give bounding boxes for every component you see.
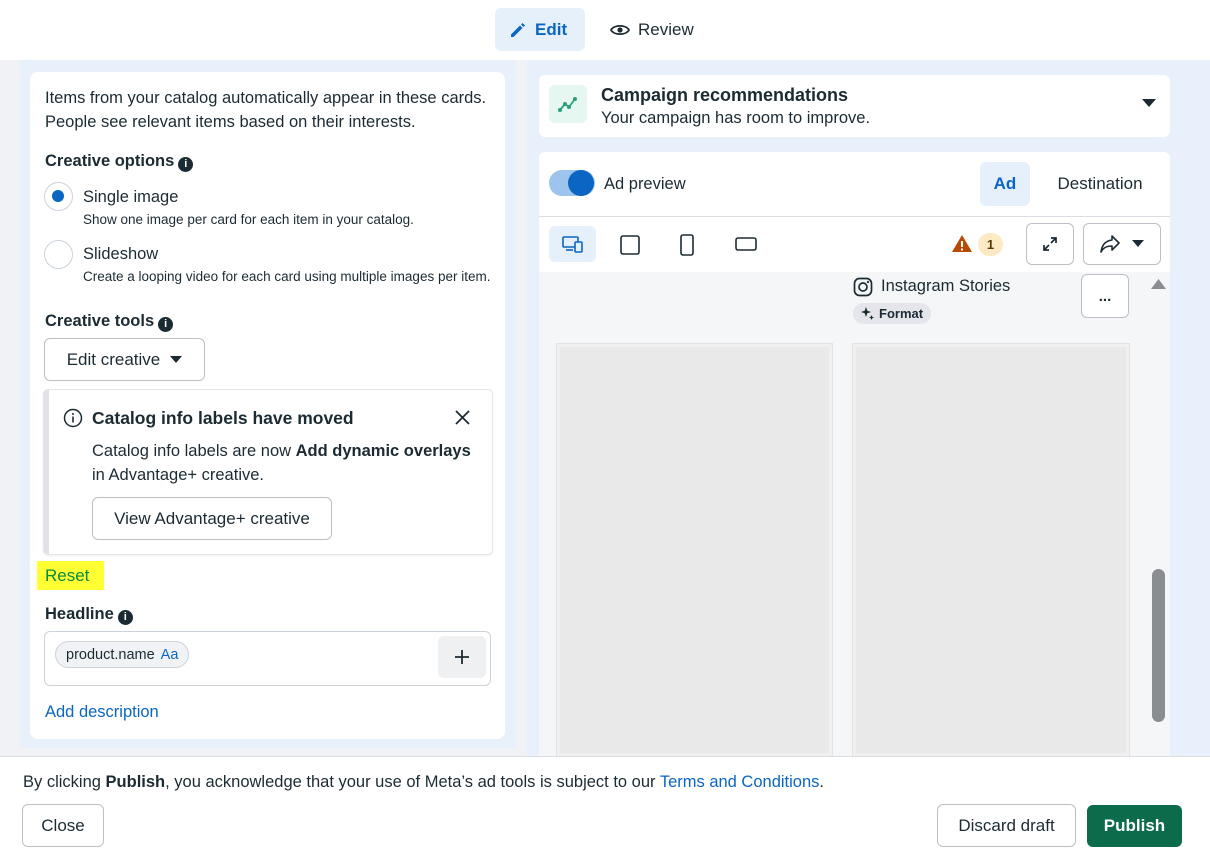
- single-image-radio[interactable]: [44, 182, 73, 211]
- discard-draft-label: Discard draft: [958, 815, 1055, 835]
- view-advantage-creative-button[interactable]: View Advantage+ creative: [92, 497, 332, 540]
- devices-icon: [561, 236, 583, 253]
- all-placements-button[interactable]: [549, 226, 596, 262]
- tab-ad-label: Ad: [993, 174, 1017, 193]
- scroll-up-arrow-icon[interactable]: [1151, 279, 1166, 289]
- format-label: Format: [879, 306, 924, 321]
- top-bar: Edit Review: [0, 0, 1210, 60]
- chip-label: product.name: [66, 646, 155, 663]
- sparkle-icon: [861, 307, 874, 320]
- expand-preview-button[interactable]: [1026, 223, 1074, 265]
- preview-placeholder-right: [853, 344, 1129, 756]
- info-icon[interactable]: i: [117, 610, 133, 625]
- tab-ad[interactable]: Ad: [980, 162, 1030, 206]
- chip-text-style: Aa: [160, 646, 179, 663]
- more-options-button[interactable]: ...: [1081, 274, 1129, 318]
- tab-edit[interactable]: Edit: [495, 8, 585, 51]
- info-icon[interactable]: i: [158, 317, 174, 332]
- instagram-icon: [853, 277, 873, 297]
- callout-body-suffix: in Advantage+ creative.: [92, 466, 264, 484]
- info-outline-icon: [63, 408, 83, 428]
- disclaimer-bold: Publish: [105, 773, 166, 791]
- plus-icon: [455, 650, 469, 664]
- product-name-chip[interactable]: product.name Aa: [55, 641, 190, 668]
- catalog-description: Items from your catalog automatically ap…: [45, 89, 487, 131]
- share-icon: [1100, 235, 1120, 253]
- tab-review[interactable]: Review: [596, 8, 708, 51]
- discard-draft-button[interactable]: Discard draft: [937, 804, 1076, 847]
- slideshow-description: Create a looping video for each card usi…: [83, 269, 491, 284]
- more-icon: ...: [1098, 287, 1112, 305]
- add-description-link[interactable]: Add description: [45, 700, 159, 724]
- horizontal-format-icon[interactable]: [735, 237, 757, 251]
- publish-button[interactable]: Publish: [1087, 805, 1182, 847]
- add-headline-button[interactable]: [438, 636, 486, 678]
- square-format-icon[interactable]: [620, 235, 640, 255]
- slideshow-radio[interactable]: [44, 240, 73, 269]
- reset-label: Reset: [45, 565, 90, 585]
- preview-placeholder-left: [557, 344, 832, 756]
- recommendations-title: Campaign recommendations: [601, 85, 849, 105]
- ad-preview-label: Ad preview: [604, 175, 686, 193]
- reset-link[interactable]: Reset: [37, 561, 104, 590]
- creative-tools-heading: Creative tools i: [45, 309, 174, 333]
- creative-options-heading: Creative options i: [45, 149, 194, 173]
- trend-icon: [558, 97, 577, 112]
- ad-preview-toggle[interactable]: [549, 170, 595, 196]
- disclaimer-prefix: By clicking: [23, 773, 106, 791]
- caret-down-icon: [170, 355, 183, 363]
- placement-label: Instagram Stories: [881, 277, 1011, 295]
- headline-heading: Headline i: [45, 602, 133, 626]
- recommendations-subtitle: Your campaign has room to improve.: [601, 109, 871, 127]
- warning-count-badge: 1: [978, 233, 1003, 256]
- creative-options-label: Creative options: [45, 152, 175, 170]
- publish-disclaimer: By clicking Publish, you acknowledge tha…: [23, 770, 824, 794]
- tab-edit-label: Edit: [535, 19, 568, 39]
- caret-down-icon: [1132, 240, 1144, 247]
- disclaimer-suffix: .: [819, 773, 824, 791]
- warning-icon[interactable]: [951, 234, 973, 253]
- info-icon[interactable]: i: [178, 157, 194, 172]
- view-advantage-creative-label: View Advantage+ creative: [114, 508, 310, 528]
- close-icon[interactable]: [455, 410, 470, 425]
- scrollbar-thumb[interactable]: [1152, 569, 1165, 722]
- tab-review-label: Review: [638, 19, 694, 39]
- divider: [539, 216, 1170, 217]
- single-image-description: Show one image per card for each item in…: [83, 212, 414, 227]
- callout-title: Catalog info labels have moved: [92, 408, 354, 428]
- callout-body: Catalog info labels are now Add dynamic …: [92, 439, 482, 487]
- publish-label: Publish: [1103, 816, 1166, 835]
- share-preview-button[interactable]: [1083, 223, 1161, 265]
- headline-label: Headline: [45, 605, 114, 623]
- format-badge: Format: [853, 303, 932, 324]
- terms-link[interactable]: Terms and Conditions: [660, 773, 820, 791]
- single-image-label: Single image: [83, 188, 179, 206]
- caret-down-icon[interactable]: [1142, 99, 1156, 108]
- tab-destination[interactable]: Destination: [1044, 162, 1156, 206]
- creative-tools-label: Creative tools: [45, 312, 155, 330]
- close-label: Close: [41, 815, 85, 835]
- close-button[interactable]: Close: [22, 804, 104, 847]
- disclaimer-middle: , you acknowledge that your use of Meta’…: [165, 773, 660, 791]
- callout-body-bold: Add dynamic overlays: [295, 442, 471, 460]
- callout-body-prefix: Catalog info labels are now: [92, 442, 296, 460]
- pencil-icon: [511, 22, 525, 37]
- tab-destination-label: Destination: [1057, 174, 1143, 193]
- edit-creative-label: Edit creative: [66, 349, 161, 369]
- slideshow-label: Slideshow: [83, 245, 159, 263]
- eye-icon: [610, 24, 630, 35]
- edit-creative-dropdown[interactable]: Edit creative: [44, 338, 205, 381]
- recommendations-icon-box: [549, 85, 587, 123]
- vertical-format-icon[interactable]: [680, 234, 694, 256]
- expand-icon: [1043, 237, 1057, 251]
